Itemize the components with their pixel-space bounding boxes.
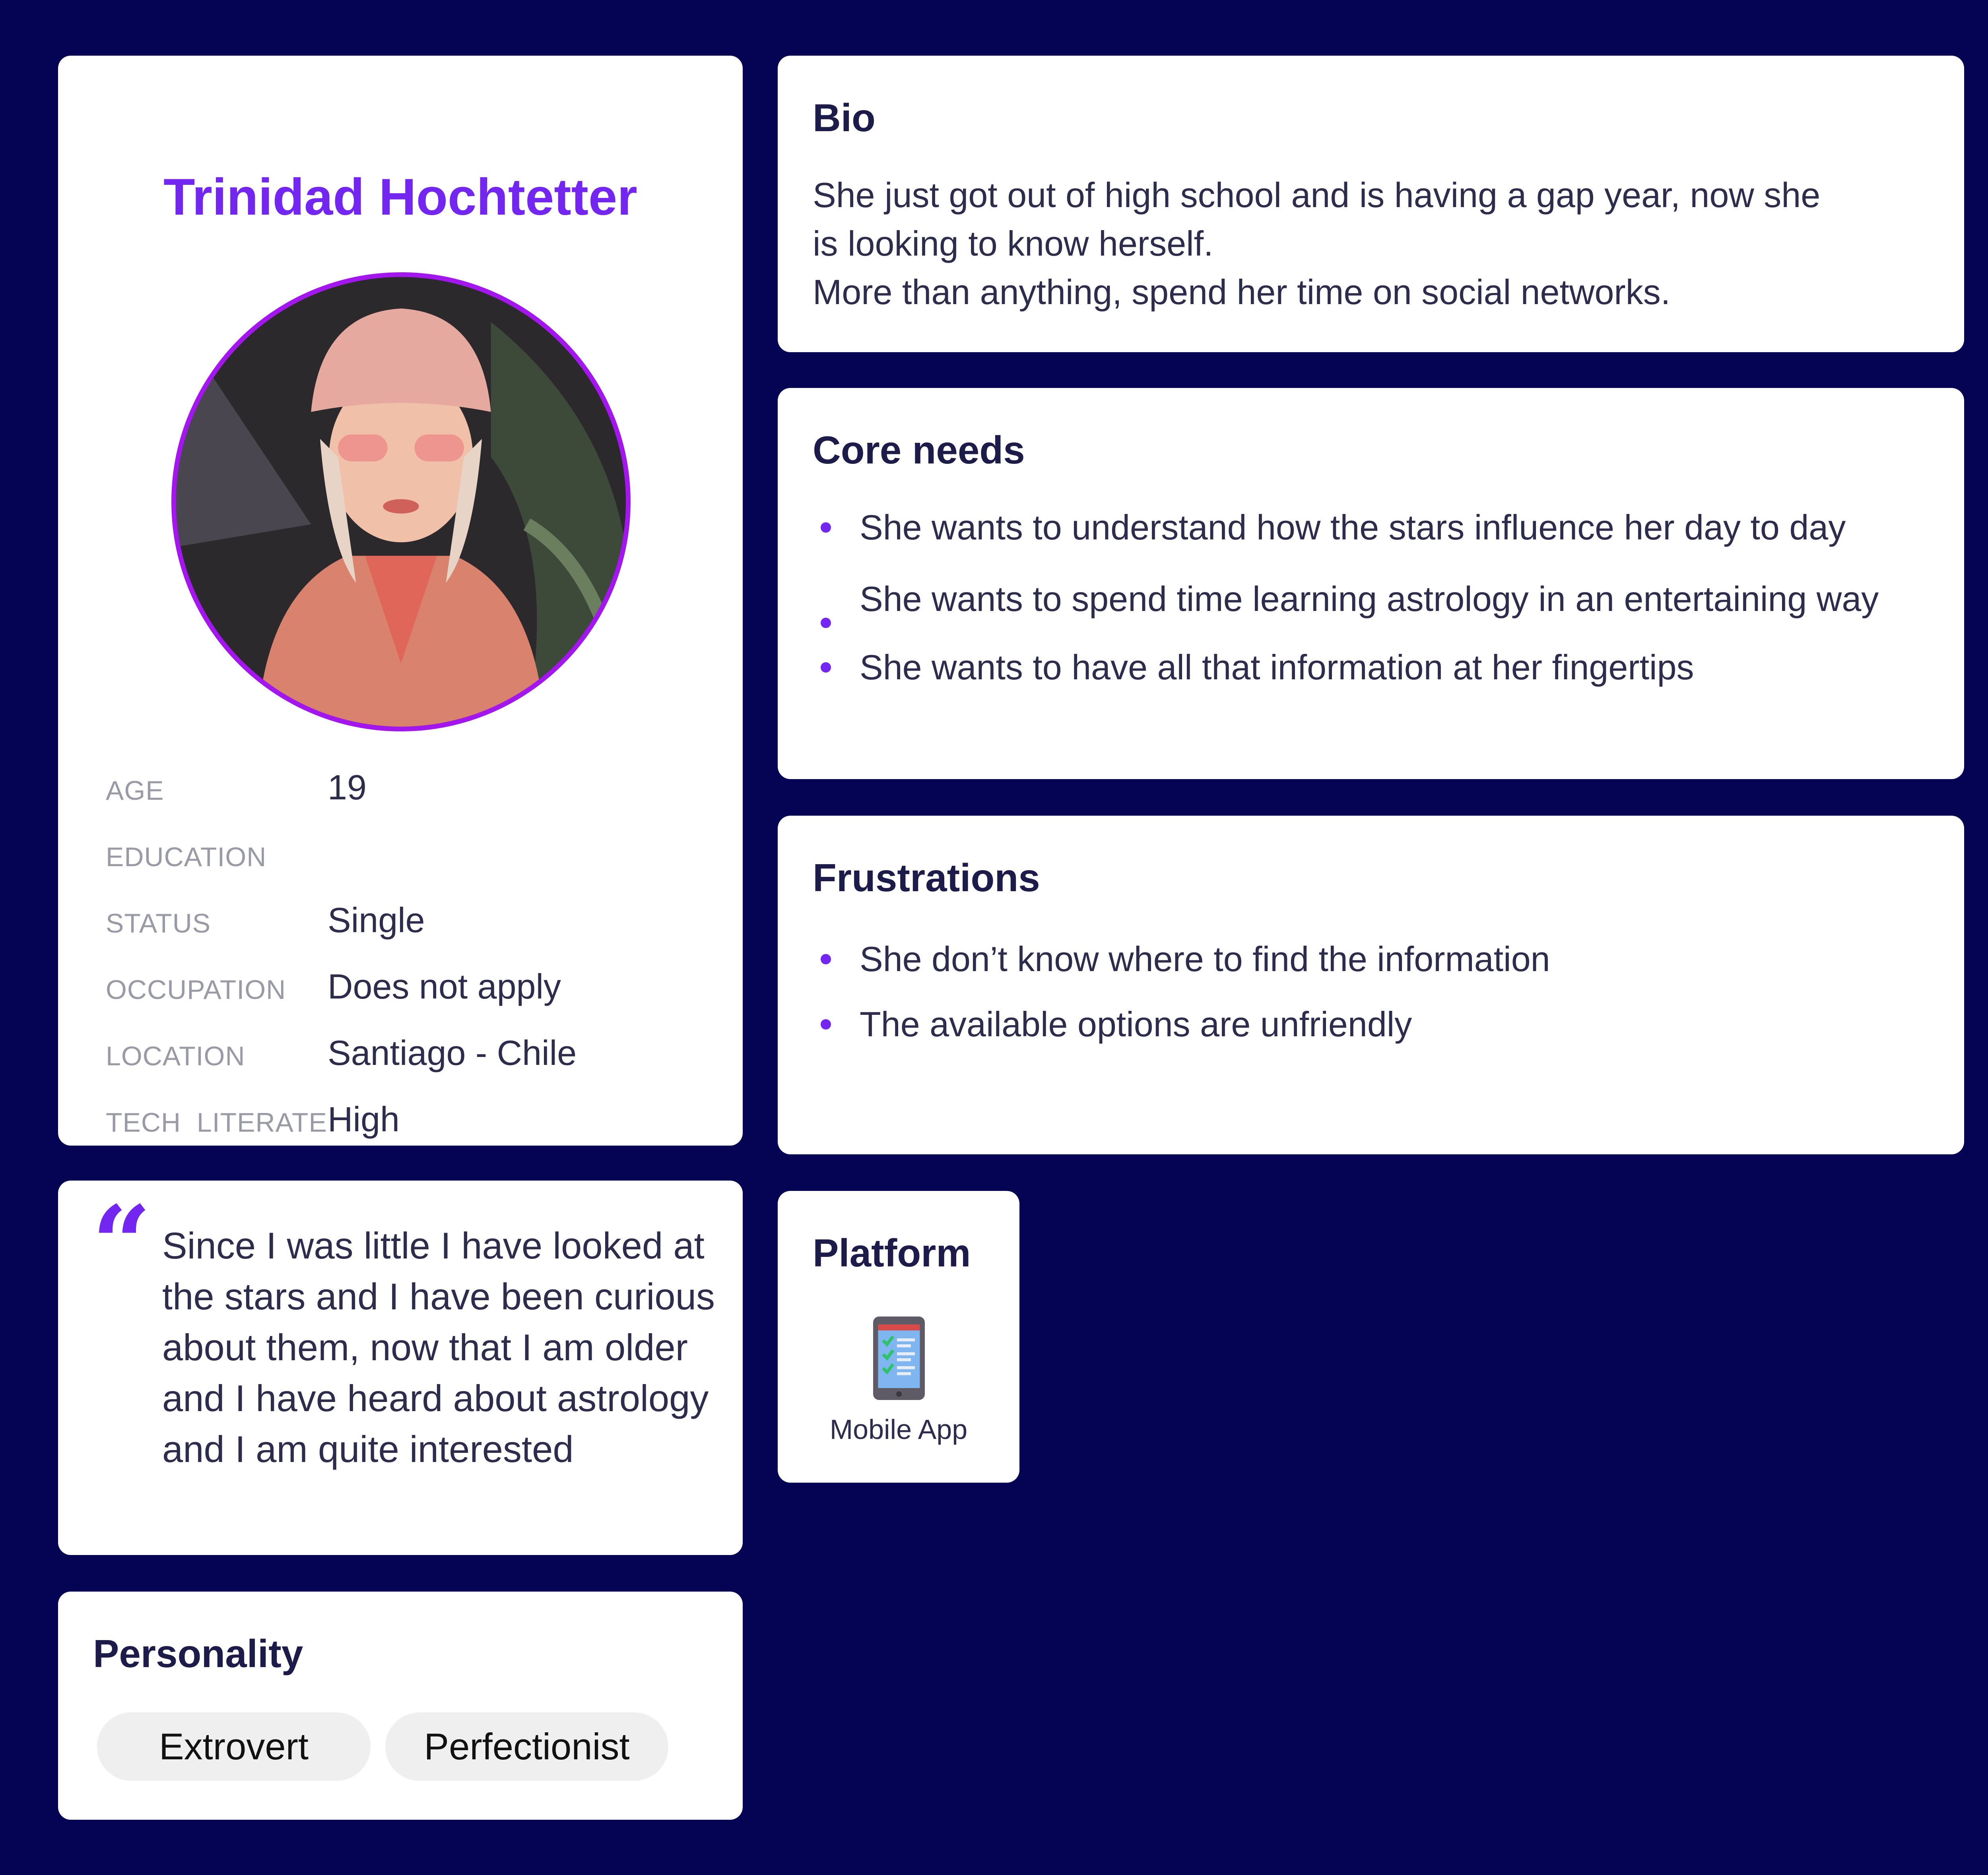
quote-text: Since I was little I have looked at the … bbox=[162, 1225, 715, 1470]
fact-label: LOCATION bbox=[106, 1041, 245, 1071]
frustrations-list: She don’t know where to find the informa… bbox=[813, 935, 1934, 1049]
platform-label: Mobile App bbox=[829, 1414, 968, 1445]
section-title: Platform bbox=[813, 1231, 971, 1275]
frustrations-card: Frustrations She don’t know where to fin… bbox=[778, 816, 1964, 1154]
list-item-text: She wants to have all that information a… bbox=[860, 648, 1694, 687]
bio-line: More than anything, spend her time on so… bbox=[813, 272, 1671, 312]
core-needs-card: Core needs She wants to understand how t… bbox=[778, 388, 1964, 779]
fact-label: STATUS bbox=[106, 908, 211, 938]
section-title: Bio bbox=[813, 96, 876, 140]
section-title: Personality bbox=[93, 1632, 303, 1675]
trait-chip: Extrovert bbox=[97, 1712, 371, 1781]
fact-label: AGE bbox=[106, 776, 164, 806]
bullet-icon bbox=[821, 1019, 831, 1030]
fact-row-age: AGE 19 bbox=[106, 767, 702, 834]
bio-line: She just got out of high school and is h… bbox=[813, 175, 1821, 215]
fact-label: OCCUPATION bbox=[106, 975, 286, 1005]
quote-card: “ Since I was little I have looked at th… bbox=[58, 1181, 743, 1555]
list-item-text: She don’t know where to find the informa… bbox=[860, 939, 1550, 979]
bullet-icon bbox=[821, 618, 831, 628]
bullet-icon bbox=[821, 954, 831, 964]
list-item: She wants to have all that information a… bbox=[813, 643, 1934, 692]
bullet-icon bbox=[821, 662, 831, 673]
list-item-text: The available options are unfriendly bbox=[860, 1004, 1412, 1044]
platform-card: Platform Mobile App bbox=[778, 1191, 1019, 1483]
bio-text: She just got out of high school and is h… bbox=[813, 171, 1820, 316]
trait-chip: Perfectionist bbox=[385, 1712, 668, 1781]
fact-label: EDUCATION bbox=[106, 842, 267, 872]
avatar-photo bbox=[176, 277, 626, 727]
mobile-app-icon bbox=[873, 1317, 925, 1400]
profile-card: Trinidad Hochtetter AGE 19 EDUCATION STA… bbox=[58, 56, 743, 1146]
bio-card: Bio She just got out of high school and … bbox=[778, 56, 1964, 352]
quote-icon: “ bbox=[92, 1183, 151, 1305]
fact-value: Does not apply bbox=[328, 967, 561, 1006]
list-item: She wants to spend time learning astrolo… bbox=[813, 575, 1886, 628]
persona-name: Trinidad Hochtetter bbox=[163, 168, 637, 226]
fact-value: Single bbox=[328, 900, 425, 940]
fact-label: TECH LITERATE bbox=[106, 1107, 327, 1138]
persona-facts: AGE 19 EDUCATION STATUS Single OCCUPATIO… bbox=[106, 767, 702, 1165]
list-item: She don’t know where to find the informa… bbox=[813, 935, 1934, 983]
core-needs-list: She wants to understand how the stars in… bbox=[813, 503, 1934, 692]
list-item: The available options are unfriendly bbox=[813, 1000, 1934, 1049]
fact-row-location: LOCATION Santiago - Chile bbox=[106, 1033, 702, 1099]
list-item-text: She wants to understand how the stars in… bbox=[860, 508, 1846, 547]
fact-row-status: STATUS Single bbox=[106, 900, 702, 966]
fact-row-education: EDUCATION bbox=[106, 834, 702, 900]
list-item: She wants to understand how the stars in… bbox=[813, 503, 1934, 552]
section-title: Core needs bbox=[813, 428, 1025, 472]
list-item-text: She wants to spend time learning astrolo… bbox=[860, 579, 1879, 619]
avatar bbox=[171, 272, 631, 731]
section-title: Frustrations bbox=[813, 856, 1040, 900]
bullet-icon bbox=[821, 522, 831, 533]
fact-row-tech-literate: TECH LITERATE High bbox=[106, 1099, 702, 1165]
personality-card: Personality Extrovert Perfectionist bbox=[58, 1592, 743, 1820]
fact-row-occupation: OCCUPATION Does not apply bbox=[106, 966, 702, 1033]
fact-value: 19 bbox=[328, 768, 367, 807]
fact-value: High bbox=[328, 1099, 400, 1139]
fact-value: Santiago - Chile bbox=[328, 1033, 577, 1072]
bio-line: is looking to know herself. bbox=[813, 224, 1213, 263]
